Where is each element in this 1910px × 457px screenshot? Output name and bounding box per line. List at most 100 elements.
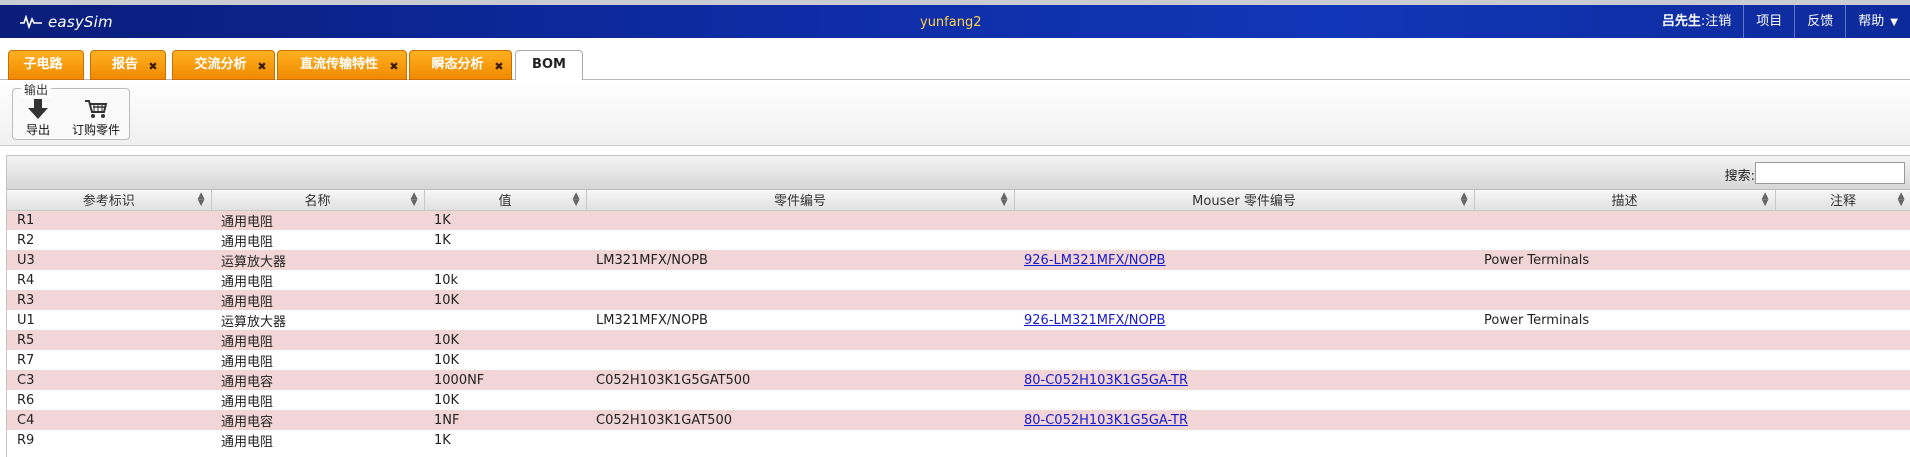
top-header: easySim yunfang2 吕先生:注销 项目 反馈 帮助 ▼ <box>0 0 1910 38</box>
table-cell <box>1014 430 1474 450</box>
feedback-link[interactable]: 反馈 <box>1794 5 1845 38</box>
mouser-part-link[interactable]: 926-LM321MFX/NOPB <box>1024 253 1165 268</box>
tab-ac-analysis[interactable]: 交流分析 ✖ <box>172 50 275 80</box>
table-cell: R4 <box>7 270 211 290</box>
ribbon-toolbar: 输出 导出 订购零件 <box>0 80 1910 146</box>
table-cell: 通用电阻 <box>211 330 424 350</box>
tab-subcircuit[interactable]: 子电路 <box>8 50 84 80</box>
table-cell: U3 <box>7 250 211 270</box>
bom-table-panel: 搜索: 参考标识 ▲ ▼ 名称 ▲ ▼ 值 ▲ ▼ 零件编号 ▲ ▼ Mouser 零件编号 ▲ ▼… <box>6 155 1910 457</box>
mouser-part-link[interactable]: 80-C052H103K1G5GA-TR <box>1024 373 1188 388</box>
column-header-value[interactable]: 值 ▲ ▼ <box>424 190 587 211</box>
help-label: 帮助 <box>1858 14 1885 29</box>
table-cell: 通用电容 <box>211 410 424 430</box>
export-button[interactable]: 导出 <box>19 99 57 138</box>
table-cell <box>1014 390 1474 410</box>
table-cell <box>1474 350 1775 370</box>
table-cell <box>1775 330 1910 350</box>
close-icon[interactable]: ✖ <box>147 60 159 74</box>
table-cell <box>1775 270 1910 290</box>
order-parts-button[interactable]: 订购零件 <box>65 99 127 138</box>
table-row: R4 通用电阻 10k <box>7 270 1910 290</box>
table-cell: 1K <box>424 430 586 450</box>
search-label: 搜索: <box>1724 169 1755 184</box>
table-cell: 1NF <box>424 410 586 430</box>
table-cell: 通用电阻 <box>211 210 424 230</box>
table-cell <box>586 330 1014 350</box>
sort-icon: ▲ ▼ <box>572 191 580 208</box>
table-cell <box>1014 230 1474 250</box>
projects-link[interactable]: 项目 <box>1743 5 1794 38</box>
table-row: R1 通用电阻 1K <box>7 210 1910 230</box>
download-arrow-icon <box>28 99 48 119</box>
table-cell: LM321MFX/NOPB <box>586 250 1014 270</box>
table-cell: 通用电阻 <box>211 230 424 250</box>
mouser-part-link[interactable]: 80-C052H103K1G5GA-TR <box>1024 413 1188 428</box>
table-cell: 通用电阻 <box>211 390 424 410</box>
sort-icon: ▲ ▼ <box>1000 191 1008 208</box>
table-row: R9 通用电阻 1K <box>7 430 1910 450</box>
chevron-down-icon: ▼ <box>1890 17 1898 28</box>
close-icon[interactable]: ✖ <box>493 60 505 74</box>
help-menu[interactable]: 帮助 ▼ <box>1845 5 1910 38</box>
table-cell: U1 <box>7 310 211 330</box>
tab-label: BOM <box>532 57 566 72</box>
column-label: Mouser 零件编号 <box>1192 194 1296 210</box>
table-cell: 1000NF <box>424 370 586 390</box>
table-cell: R7 <box>7 350 211 370</box>
table-cell: 运算放大器 <box>211 310 424 330</box>
table-cell: 10K <box>424 390 586 410</box>
column-header-notes[interactable]: 注释 ▲ ▼ <box>1775 190 1910 211</box>
mouser-part-link[interactable]: 926-LM321MFX/NOPB <box>1024 313 1165 328</box>
column-header-mouser-part[interactable]: Mouser 零件编号 ▲ ▼ <box>1014 190 1475 211</box>
tab-report[interactable]: 报告 ✖ <box>90 50 166 80</box>
table-cell <box>1474 410 1775 430</box>
sort-icon: ▲ ▼ <box>1761 191 1769 208</box>
table-header-row: 参考标识 ▲ ▼ 名称 ▲ ▼ 值 ▲ ▼ 零件编号 ▲ ▼ Mouser 零件编号 ▲ ▼ 描述 ▲… <box>7 190 1910 211</box>
tab-transient-analysis[interactable]: 瞬态分析 ✖ <box>409 50 512 80</box>
table-cell <box>1775 410 1910 430</box>
close-icon[interactable]: ✖ <box>256 60 268 74</box>
table-cell: 926-LM321MFX/NOPB <box>1014 250 1474 270</box>
tab-dc-transfer[interactable]: 直流传输特性 ✖ <box>277 50 407 80</box>
column-header-description[interactable]: 描述 ▲ ▼ <box>1474 190 1776 211</box>
table-cell <box>424 310 586 330</box>
tab-bom[interactable]: BOM <box>515 50 583 81</box>
column-label: 参考标识 <box>82 194 135 210</box>
user-name: 吕先生 <box>1661 14 1701 29</box>
logout-link[interactable]: :注销 <box>1701 14 1731 29</box>
table-cell <box>1775 290 1910 310</box>
logo-text: easySim <box>48 13 113 31</box>
search-input[interactable] <box>1755 162 1905 184</box>
table-cell: C3 <box>7 370 211 390</box>
column-label: 名称 <box>304 194 331 210</box>
close-icon[interactable]: ✖ <box>388 60 400 74</box>
table-row: R7 通用电阻 10K <box>7 350 1910 370</box>
table-cell <box>1775 230 1910 250</box>
table-cell: 80-C052H103K1G5GA-TR <box>1014 370 1474 390</box>
column-header-ref[interactable]: 参考标识 ▲ ▼ <box>7 190 212 211</box>
tab-strip: 子电路 报告 ✖ 交流分析 ✖ 直流传输特性 ✖ 瞬态分析 ✖ BOM <box>0 38 1910 81</box>
output-group: 输出 导出 订购零件 <box>12 81 130 140</box>
table-cell: 通用电阻 <box>211 290 424 310</box>
table-cell <box>1474 210 1775 230</box>
table-cell <box>1014 330 1474 350</box>
table-cell: C052H103K1GAT500 <box>586 410 1014 430</box>
table-cell <box>1775 250 1910 270</box>
table-cell <box>1775 210 1910 230</box>
column-header-part-number[interactable]: 零件编号 ▲ ▼ <box>586 190 1015 211</box>
table-cell: LM321MFX/NOPB <box>586 310 1014 330</box>
column-label: 零件编号 <box>773 194 826 210</box>
app-logo: easySim <box>20 13 113 31</box>
order-parts-label: 订购零件 <box>71 123 120 137</box>
column-label: 注释 <box>1829 194 1856 210</box>
column-header-name[interactable]: 名称 ▲ ▼ <box>211 190 425 211</box>
top-nav: 吕先生:注销 项目 反馈 帮助 ▼ <box>1650 5 1910 38</box>
table-cell <box>586 430 1014 450</box>
table-search-bar: 搜索: <box>7 156 1910 190</box>
table-cell <box>1014 270 1474 290</box>
sort-icon: ▲ ▼ <box>197 191 205 208</box>
table-row: R6 通用电阻 10K <box>7 390 1910 410</box>
table-cell: 10K <box>424 350 586 370</box>
table-cell: R2 <box>7 230 211 250</box>
